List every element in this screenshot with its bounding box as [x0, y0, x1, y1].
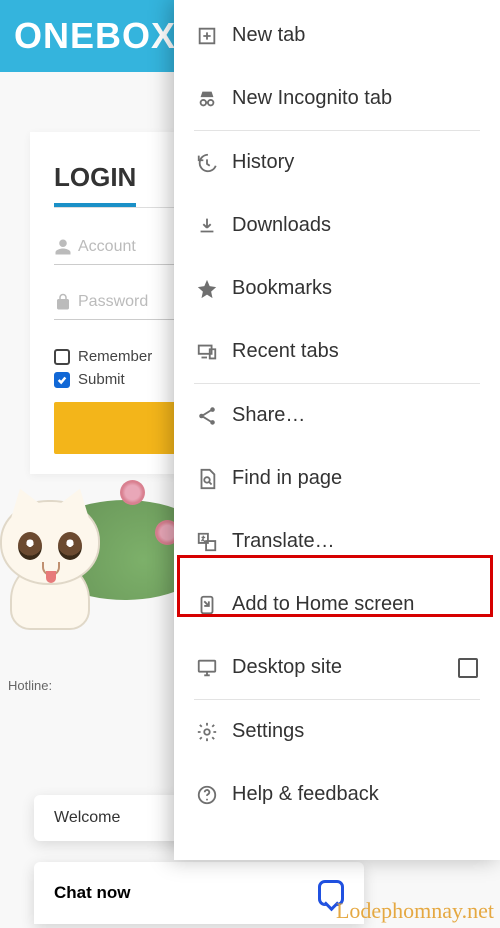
menu-translate[interactable]: Translate… — [174, 510, 500, 573]
menu-label: New tab — [232, 24, 305, 47]
menu-label: Settings — [232, 720, 304, 743]
menu-label: Share… — [232, 404, 305, 427]
download-icon — [196, 215, 232, 237]
lock-icon — [54, 293, 78, 311]
menu-label: Add to Home screen — [232, 593, 414, 616]
menu-label: New Incognito tab — [232, 87, 392, 110]
menu-share[interactable]: Share… — [174, 384, 500, 447]
menu-add-home[interactable]: Add to Home screen — [174, 573, 500, 636]
menu-bookmarks[interactable]: Bookmarks — [174, 257, 500, 320]
user-icon — [54, 238, 78, 256]
menu-incognito[interactable]: New Incognito tab — [174, 67, 500, 130]
add-home-icon — [196, 594, 232, 616]
menu-label: Translate… — [232, 530, 335, 553]
hotline-label: Hotline: — [8, 678, 52, 693]
checkbox-icon — [54, 372, 70, 388]
menu-label: Desktop site — [232, 656, 342, 679]
devices-icon — [196, 341, 232, 363]
translate-icon — [196, 531, 232, 553]
menu-label: Help & feedback — [232, 783, 379, 806]
menu-recent-tabs[interactable]: Recent tabs — [174, 320, 500, 383]
menu-label: Downloads — [232, 214, 331, 237]
account-placeholder: Account — [78, 238, 136, 256]
help-icon — [196, 784, 232, 806]
checkbox-icon — [458, 658, 478, 678]
find-icon — [196, 468, 232, 490]
mascot-illustration — [0, 470, 200, 630]
desktop-icon — [196, 657, 232, 679]
star-icon — [196, 278, 232, 300]
watermark: Lodephomnay.net — [336, 898, 494, 924]
menu-label: Recent tabs — [232, 340, 339, 363]
menu-downloads[interactable]: Downloads — [174, 194, 500, 257]
gear-icon — [196, 721, 232, 743]
password-placeholder: Password — [78, 293, 148, 311]
app-title: ONEBOX — [14, 15, 176, 57]
menu-history[interactable]: History — [174, 131, 500, 194]
remember-label: Remember — [78, 348, 152, 365]
plus-icon — [196, 25, 232, 47]
chat-now-card[interactable]: Chat now — [34, 862, 364, 924]
menu-label: Bookmarks — [232, 277, 332, 300]
history-icon — [196, 152, 232, 174]
menu-desktop-site[interactable]: Desktop site — [174, 636, 500, 699]
browser-menu: New tab New Incognito tab History Downlo… — [174, 0, 500, 860]
menu-find[interactable]: Find in page — [174, 447, 500, 510]
menu-help[interactable]: Help & feedback — [174, 763, 500, 826]
welcome-text: Welcome — [54, 809, 120, 826]
submit-label: Submit — [78, 371, 125, 388]
incognito-icon — [196, 88, 232, 110]
menu-label: History — [232, 151, 294, 174]
share-icon — [196, 405, 232, 427]
menu-settings[interactable]: Settings — [174, 700, 500, 763]
menu-label: Find in page — [232, 467, 342, 490]
login-title: LOGIN — [54, 162, 136, 207]
menu-new-tab[interactable]: New tab — [174, 4, 500, 67]
checkbox-icon — [54, 349, 70, 365]
chat-label: Chat now — [54, 883, 131, 903]
